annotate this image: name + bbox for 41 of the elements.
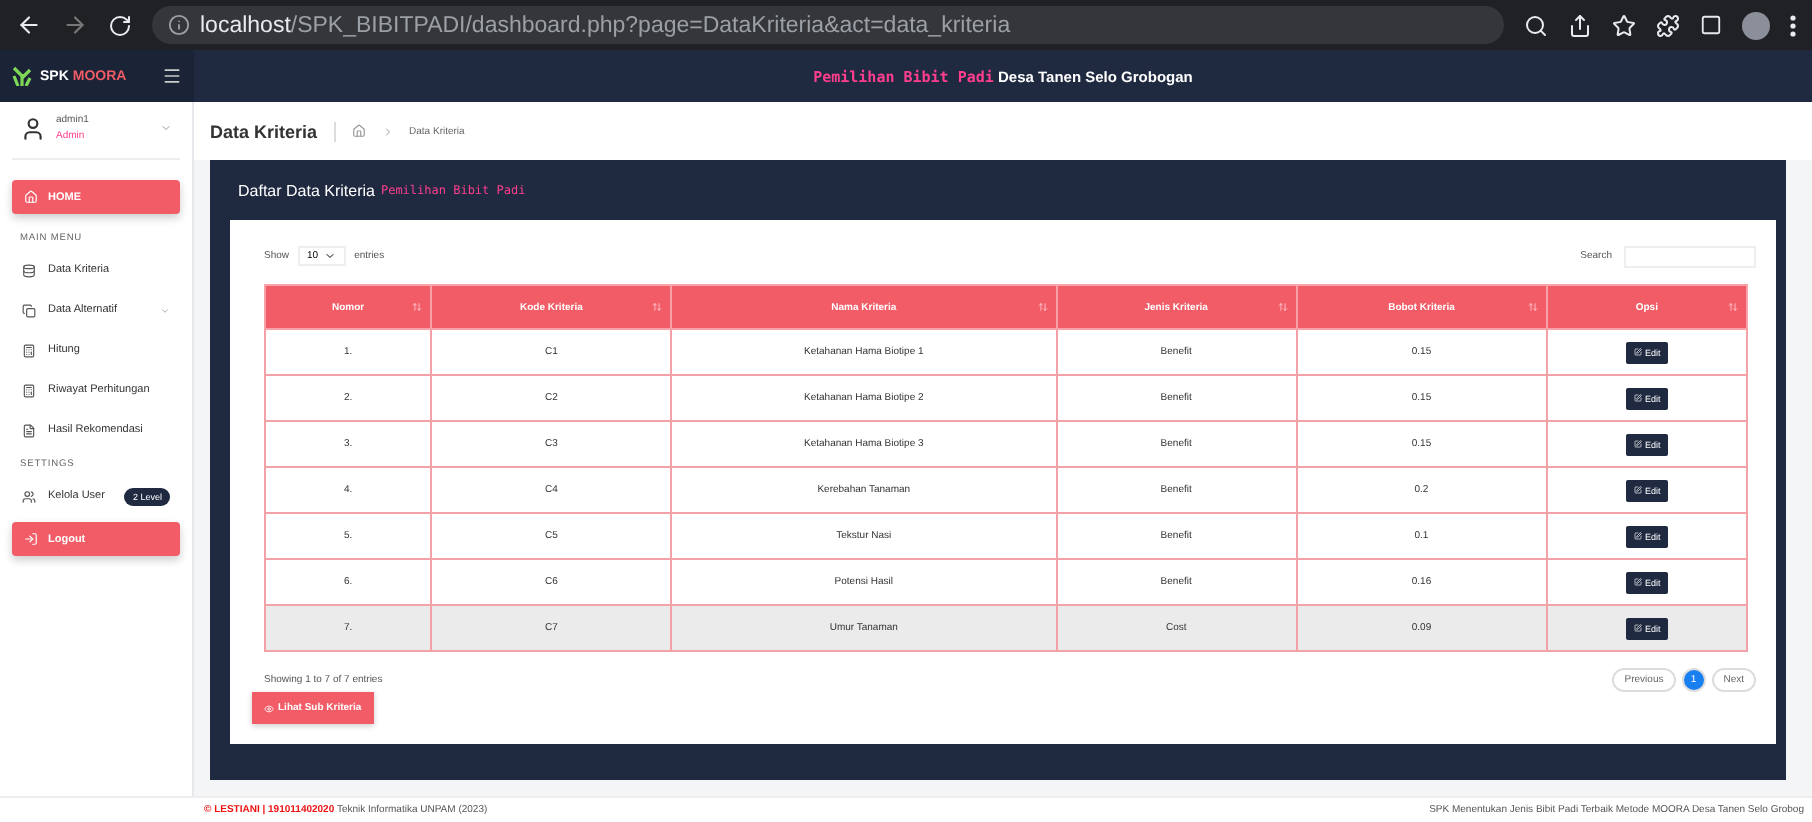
search-icon[interactable] xyxy=(1524,13,1548,37)
avatar-icon[interactable] xyxy=(1742,11,1770,39)
edit-icon xyxy=(1633,624,1642,632)
edit-icon xyxy=(1633,578,1642,586)
file-icon xyxy=(22,423,36,437)
address-bar[interactable]: localhost/SPK_BIBITPADI/dashboard.php?page=DataKriteria&act=data_kriteria xyxy=(152,6,1504,44)
plant-icon xyxy=(12,66,32,86)
back-icon[interactable] xyxy=(16,12,42,38)
database-icon xyxy=(22,263,36,277)
sort-icon xyxy=(1728,302,1738,312)
sort-icon xyxy=(412,302,423,312)
menu-icon[interactable] xyxy=(162,66,182,86)
edit-icon xyxy=(1633,394,1642,402)
caret-icon xyxy=(324,250,337,262)
edit-icon xyxy=(1633,348,1642,356)
sort-icon xyxy=(1527,302,1538,312)
info-icon xyxy=(168,14,190,36)
edit-icon xyxy=(1633,532,1642,540)
edit-icon xyxy=(1633,486,1642,494)
home-icon[interactable] xyxy=(351,124,366,138)
forward-icon[interactable] xyxy=(62,12,88,38)
reload-icon[interactable] xyxy=(108,13,132,37)
star-icon[interactable] xyxy=(1612,13,1636,37)
puzzle-icon[interactable] xyxy=(1656,13,1680,37)
page-title: Data Kriteria xyxy=(210,121,336,141)
share-icon[interactable] xyxy=(1568,13,1592,37)
user-icon xyxy=(20,115,46,141)
sort-icon xyxy=(1277,302,1288,312)
edit-icon xyxy=(1633,440,1642,448)
sort-icon xyxy=(1037,302,1048,312)
calculator-icon xyxy=(22,343,36,357)
logout-icon xyxy=(24,532,38,546)
users-icon xyxy=(22,489,36,503)
sort-icon xyxy=(652,302,663,312)
calculator-icon xyxy=(22,383,36,397)
more-icon[interactable] xyxy=(1790,13,1796,37)
copy-icon xyxy=(22,303,36,317)
eye-icon xyxy=(264,703,274,713)
chevron-icon xyxy=(381,125,394,137)
square-icon[interactable] xyxy=(1700,14,1722,36)
home-icon xyxy=(24,190,38,204)
